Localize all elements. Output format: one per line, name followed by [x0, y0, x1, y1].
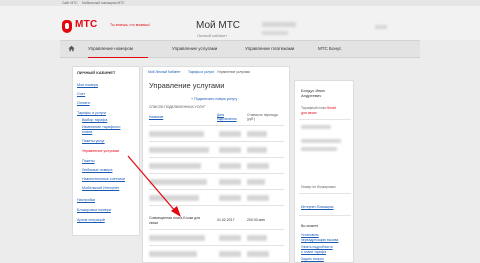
logo-text[interactable]: МТС [75, 19, 98, 30]
mts-site-link[interactable]: Сайт МТС [62, 1, 78, 5]
sidebar-item-choose-tariff[interactable]: Выбор тарифа [82, 118, 107, 122]
sidebar-item-payment[interactable]: Оплата [77, 101, 90, 105]
row-divider [149, 173, 284, 174]
sidebar-item-mobile-internet[interactable]: Мобильный Интернет [82, 186, 119, 190]
table-row [149, 195, 199, 201]
row-divider [149, 141, 284, 142]
table-row [149, 131, 204, 137]
highlight-row-name: Совмещенная плата Блоки для [149, 216, 201, 220]
sidebar-title: ЛИЧНЫЙ КАБИНЕТ [77, 70, 116, 75]
highlight-row-cost: 200.00 мин [247, 218, 265, 222]
table-row [149, 179, 207, 185]
redacted-info [301, 139, 341, 143]
nav-services-management[interactable]: Управление услугами [172, 46, 217, 51]
table-row-cost [247, 131, 267, 137]
sidebar-item-change-tariff-2[interactable]: плана [82, 130, 92, 134]
nav-payments-management[interactable]: Управление платежами [245, 46, 294, 51]
tariff-sub: для своих [301, 111, 317, 115]
sidebar-item-settings[interactable]: Настройки [77, 198, 95, 202]
column-cost: Стоимость перехода (руб.) [247, 113, 278, 121]
redacted-exit [375, 25, 387, 29]
account-name-line2: Андреевич [301, 93, 322, 98]
sidebar-item-counters[interactable]: Накопительные счетчики [82, 177, 125, 181]
divider [299, 215, 351, 216]
tariff-value[interactable]: Smart [327, 106, 336, 110]
nav-active-indicator [88, 57, 148, 58]
services-list-title: СПИСОК ПОДКЛЮЧЕННЫХ УСЛУГ [149, 105, 206, 109]
sidebar-item-my-numbers[interactable]: Мои номера [77, 83, 98, 87]
redacted-balance [301, 125, 331, 129]
table-row-cost [247, 163, 269, 169]
table-row-cost [247, 235, 267, 241]
nav-number-management[interactable]: Управление номером [88, 46, 133, 51]
table-row [149, 163, 201, 169]
breadcrumb-current: Управление услугами [217, 70, 251, 74]
row-divider [149, 229, 284, 230]
account-name: Бондус Иван Андреевич [301, 88, 325, 98]
sidebar-item-service-packages[interactable]: Пакеты услуг [82, 139, 105, 143]
highlight-row-name-2: связи [149, 221, 159, 225]
main-content: Мой Личный Кабинет Тарифы и услуги Управ… [142, 66, 290, 263]
nav-mts-bonus[interactable]: МТС Бонус [318, 46, 341, 51]
table-row-cost [247, 195, 269, 201]
table-row [149, 235, 205, 241]
table-row-date [219, 179, 241, 185]
table-row-date [219, 235, 241, 241]
mobile-assistant-link[interactable]: Мобильный помощник МТС [82, 1, 125, 5]
table-row-cost [247, 251, 269, 257]
divider [299, 119, 351, 120]
block-status: Номер не блокирован [301, 185, 336, 189]
table-row-date [219, 163, 241, 169]
breadcrumb-home[interactable]: Мой Личный Кабинет [148, 70, 181, 74]
column-date[interactable]: Дата подключения [217, 113, 243, 121]
page-header-subtitle: Личный кабинет [197, 33, 228, 38]
column-name[interactable]: Название [149, 115, 163, 119]
row-divider [149, 189, 284, 190]
sidebar-item-account[interactable]: Счет [77, 92, 85, 96]
sidebar-item-block-number[interactable]: Блокировка номера [77, 208, 111, 212]
main-nav: Управление номером Управление услугами У… [60, 40, 420, 58]
table-row-date [219, 131, 241, 137]
table-row [149, 251, 197, 257]
help-link-forwarding[interactable]: Установить [301, 233, 319, 237]
row-divider [149, 205, 284, 206]
page-header-title: Мой МТС [196, 20, 241, 31]
help-link-details-2[interactable]: о плане тарифа [301, 250, 326, 254]
redacted-phone [262, 22, 296, 27]
help-title: Вы можете [301, 224, 319, 228]
page-title: Управление услугами [149, 81, 225, 90]
table-row-date [219, 147, 241, 153]
divider [299, 193, 351, 194]
header: МТС Ты знаешь, что можешь! Мой МТС Личны… [0, 6, 480, 40]
help-link-forwarding-2[interactable]: переадресацию вызова [301, 238, 338, 242]
row-divider [149, 245, 284, 246]
table-header-divider [149, 125, 284, 126]
account-info-panel: Бондус Иван Андреевич Тарифный план: Sma… [294, 80, 354, 263]
highlight-row-date: 01.02.2017 [217, 218, 235, 222]
table-row [149, 147, 209, 153]
mts-logo-icon[interactable] [62, 20, 72, 33]
sidebar-item-change-tariff[interactable]: Изменение тарифного [82, 125, 120, 129]
sidebar-item-manage-services[interactable]: Управление услугами [82, 149, 119, 153]
table-row-cost [247, 179, 265, 185]
table-row-date [219, 251, 241, 257]
table-row-date [219, 195, 241, 201]
breadcrumb-tariffs[interactable]: Тарифы и услуги [188, 70, 214, 74]
help-link-question[interactable]: Задать вопрос [301, 257, 324, 261]
sidebar: ЛИЧНЫЙ КАБИНЕТ Мои номера Счет Оплата Та… [72, 66, 140, 236]
sidebar-item-favorite-numbers[interactable]: Любимые номера [82, 168, 112, 172]
sidebar-item-tariffs[interactable]: Тарифы и услуги [77, 111, 106, 115]
tariff-label: Тарифный план: [301, 106, 328, 110]
sidebar-item-operations-archive[interactable]: Архив операций [77, 218, 105, 222]
connect-service-link[interactable]: + Подключить новую услугу [191, 97, 237, 101]
row-divider [149, 157, 284, 158]
redacted-user [262, 31, 288, 35]
home-icon[interactable] [68, 45, 75, 52]
redacted-info [301, 147, 337, 151]
help-link-details[interactable]: Узнать подробности [301, 245, 333, 249]
internet-assistant-link[interactable]: Интернет-Помощник [301, 205, 334, 209]
table-row-cost [247, 147, 267, 153]
slogan: Ты знаешь, что можешь! [110, 23, 150, 27]
sidebar-item-packages[interactable]: Пакеты [82, 159, 95, 163]
